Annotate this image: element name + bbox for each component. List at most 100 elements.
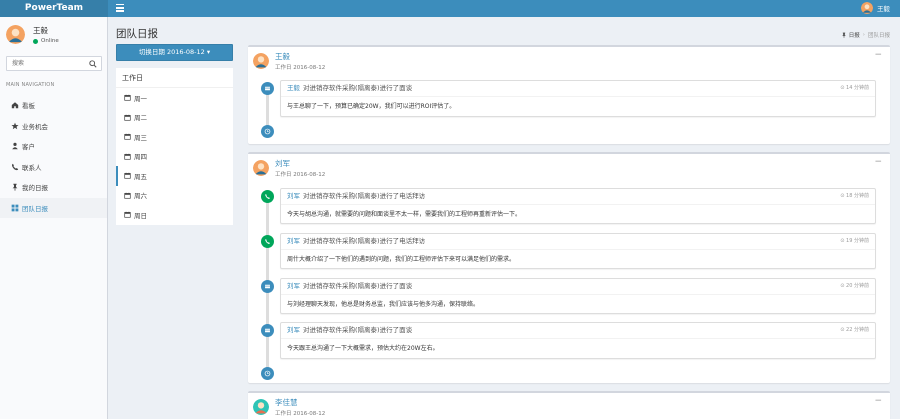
sidebar-item-team-reports[interactable]: 团队日报	[0, 197, 107, 218]
weekday-label: 周六	[134, 192, 147, 201]
sidebar-item-label: 我的日报	[22, 184, 48, 193]
online-dot-icon	[33, 38, 38, 44]
sidebar-item-label: 联系人	[22, 163, 42, 172]
user-avatar	[6, 25, 25, 44]
report-header: 刘军 工作日 2016-08-12	[253, 158, 325, 178]
report-box: 刘军 工作日 2016-08-12 − 刘军 对进销存软件采购(隔离泰)进行了电话…	[248, 152, 890, 383]
meeting-icon	[261, 280, 274, 293]
report-header: 李佳慧 工作日 2016-08-12	[253, 397, 325, 417]
item-time: ⊙ 20 分钟前	[840, 283, 869, 289]
sidebar-item-customers[interactable]: 客户	[0, 136, 107, 157]
calendar-icon	[124, 192, 131, 199]
weekday-item[interactable]: 周四	[116, 147, 233, 167]
weekday-label: 周日	[134, 211, 147, 220]
sidebar: 王毅 Online MAIN NAVIGATION 看板 业务机会 客户 联系人…	[0, 17, 108, 419]
pin-icon	[12, 184, 18, 191]
menu-toggle-icon[interactable]	[116, 4, 124, 12]
report-date: 工作日 2016-08-12	[275, 411, 326, 417]
weekday-item[interactable]: 周一	[116, 88, 233, 108]
report-author[interactable]: 刘军	[275, 158, 325, 169]
contact-icon	[12, 163, 19, 170]
clock-icon	[261, 125, 274, 138]
dashboard-icon	[11, 102, 19, 109]
timeline-item: 刘军 对进销存软件采购(隔离泰)进行了面谈 ⊙ 20 分钟前 与刘经理聊天发现，他总…	[280, 278, 876, 314]
pin-icon	[841, 32, 846, 38]
navbar-user-menu[interactable]: 王毅	[861, 2, 890, 14]
star-icon	[11, 122, 19, 129]
sidebar-item-contacts[interactable]: 联系人	[0, 157, 107, 178]
author-avatar	[253, 160, 269, 176]
user-panel: 王毅 Online	[6, 25, 59, 44]
meeting-icon	[261, 324, 274, 337]
weekday-list: 工作日 周一 周二 周三 周四 周五 周六 周日	[116, 68, 233, 225]
weekday-item[interactable]: 周日	[116, 205, 233, 225]
author-avatar	[253, 399, 269, 415]
sidebar-search	[6, 56, 102, 71]
timeline-item-body: 今天跟王总沟通了一下大概需求，预估大约在20W左右。	[287, 345, 439, 352]
user-name: 王毅	[33, 26, 48, 35]
timeline-item: 刘军 对进销存软件采购(隔离泰)进行了面谈 ⊙ 22 分钟前 今天跟王总沟通了一下大…	[280, 322, 876, 359]
sidebar-item-label: 业务机会	[22, 122, 48, 131]
user-status-label: Online	[41, 38, 59, 44]
report-author[interactable]: 李佳慧	[275, 397, 325, 408]
navbar-user-name: 王毅	[877, 5, 890, 13]
team-icon	[11, 204, 19, 212]
item-time: ⊙ 19 分钟前	[840, 238, 869, 244]
item-author-link[interactable]: 刘军	[287, 192, 300, 200]
report-author[interactable]: 王毅	[275, 51, 325, 62]
weekday-list-header: 工作日	[116, 68, 233, 88]
weekday-item[interactable]: 周二	[116, 108, 233, 128]
timeline-item: 王毅 对进销存软件采购(隔离泰)进行了面谈 ⊙ 14 分钟前 与王总聊了一下，预算已…	[280, 80, 876, 117]
weekday-item[interactable]: 周三	[116, 127, 233, 147]
switch-date-button[interactable]: 切换日期 2016-08-12 ▾	[116, 44, 233, 61]
breadcrumb-link[interactable]: 日报	[849, 31, 860, 39]
weekday-item-active[interactable]: 周五	[116, 166, 233, 186]
item-author-link[interactable]: 王毅	[287, 84, 300, 92]
item-time: ⊙ 22 分钟前	[840, 327, 869, 333]
page-title: 团队日报	[116, 28, 158, 40]
timeline-item-header: 刘军 对进销存软件采购(隔离泰)进行了电话拜访 ⊙ 18 分钟前	[281, 189, 875, 205]
sidebar-item-my-reports[interactable]: 我的日报	[0, 177, 107, 198]
item-author-link[interactable]: 刘军	[287, 237, 300, 245]
sidebar-menu: 看板 业务机会 客户 联系人 我的日报 团队日报	[0, 95, 107, 218]
timeline-item-body: 与刘经理聊天发现，他总是财务总监，我们应该与他多沟通，保持联络。	[287, 301, 480, 308]
timeline-item-header: 刘军 对进销存软件采购(隔离泰)进行了面谈 ⊙ 20 分钟前	[281, 279, 875, 295]
weekday-label: 周一	[134, 94, 147, 103]
weekday-label: 周二	[134, 114, 147, 123]
weekday-label: 周三	[134, 133, 147, 142]
sidebar-item-dashboard[interactable]: 看板	[0, 95, 107, 116]
item-time: ⊙ 18 分钟前	[840, 193, 869, 199]
timeline-item-body: 周什大概介绍了一下他们的遇到的问题，我们的工程师评估下来可以满足他们的需求。	[287, 256, 516, 263]
collapse-button[interactable]: −	[874, 396, 882, 406]
calendar-icon	[124, 172, 131, 179]
timeline-item-header: 刘军 对进销存软件采购(隔离泰)进行了面谈 ⊙ 22 分钟前	[281, 323, 875, 339]
item-action: 对进销存软件采购(隔离泰)进行了面谈	[303, 84, 413, 92]
calendar-icon	[124, 153, 131, 160]
author-avatar	[253, 53, 269, 69]
collapse-button[interactable]: −	[874, 50, 882, 60]
collapse-button[interactable]: −	[874, 157, 882, 167]
timeline-item-header: 刘军 对进销存软件采购(隔离泰)进行了电话拜访 ⊙ 19 分钟前	[281, 234, 875, 250]
navbar-avatar	[861, 2, 873, 14]
breadcrumb-current: 团队日报	[867, 33, 890, 39]
app-logo[interactable]: PowerTeam	[0, 0, 108, 17]
item-author-link[interactable]: 刘军	[287, 326, 300, 334]
timeline-item-body: 今天与胡总沟通，就需要的问题和面谈里不太一样，需要我们的工程师再重新评估一下。	[287, 211, 522, 218]
calendar-icon	[124, 94, 131, 101]
breadcrumb: 日报 › 团队日报	[841, 31, 890, 39]
search-input[interactable]	[7, 57, 87, 70]
weekday-item[interactable]: 周六	[116, 186, 233, 206]
top-navbar: 王毅	[108, 0, 900, 17]
sidebar-item-label: 团队日报	[22, 204, 48, 213]
phone-icon	[261, 190, 274, 203]
sidebar-item-opportunities[interactable]: 业务机会	[0, 116, 107, 137]
search-icon[interactable]	[89, 60, 97, 68]
timeline-item: 刘军 对进销存软件采购(隔离泰)进行了电话拜访 ⊙ 19 分钟前 周什大概介绍了一下…	[280, 233, 876, 269]
item-author-link[interactable]: 刘军	[287, 282, 300, 290]
timeline-item-body: 与王总聊了一下，预算已确定20W，我们可以进行ROI评估了。	[287, 103, 456, 110]
item-action: 对进销存软件采购(隔离泰)进行了电话拜访	[303, 237, 426, 245]
calendar-icon	[124, 211, 131, 218]
calendar-icon	[124, 133, 131, 140]
timeline-item-header: 王毅 对进销存软件采购(隔离泰)进行了面谈 ⊙ 14 分钟前	[281, 81, 875, 97]
customer-icon	[12, 143, 18, 150]
